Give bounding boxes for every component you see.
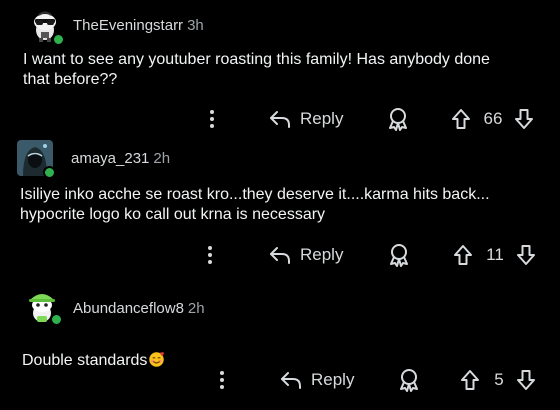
comment-header: amaya_231 2h xyxy=(71,150,170,167)
online-status-dot xyxy=(50,313,63,326)
vote-count: 11 xyxy=(486,245,504,264)
reply-button[interactable]: Reply xyxy=(268,242,352,268)
comment-1: TheEveningstarr 3h I want to see any yout… xyxy=(0,0,560,140)
user-avatar[interactable] xyxy=(24,289,63,326)
upvote-button[interactable] xyxy=(458,367,482,393)
username[interactable]: TheEveningstarr xyxy=(73,17,183,34)
award-button[interactable] xyxy=(396,367,422,393)
user-avatar[interactable] xyxy=(27,8,65,46)
upvote-button[interactable] xyxy=(449,106,473,132)
reply-arrow-icon xyxy=(270,111,290,128)
upvote-arrow-icon xyxy=(461,370,479,390)
reply-button[interactable]: Reply xyxy=(268,106,352,132)
comment-header: Abundanceflow8 2h xyxy=(73,300,205,317)
award-icon xyxy=(389,108,407,131)
more-options-button[interactable] xyxy=(198,242,222,268)
downvote-button[interactable] xyxy=(514,242,538,268)
reply-arrow-icon xyxy=(270,247,290,264)
reply-arrow-icon xyxy=(281,372,301,389)
user-avatar[interactable] xyxy=(17,140,56,179)
timestamp: 2h xyxy=(153,150,171,167)
more-vertical-icon xyxy=(210,110,214,128)
downvote-button[interactable] xyxy=(512,106,536,132)
upvote-button[interactable] xyxy=(451,242,475,268)
upvote-arrow-icon xyxy=(454,245,472,265)
online-status-dot xyxy=(52,33,65,46)
more-vertical-icon xyxy=(208,246,212,264)
comment-body: Double standards xyxy=(22,331,542,371)
comment-3: Abundanceflow82h Double standards Reply xyxy=(0,275,560,410)
more-vertical-icon xyxy=(220,371,224,389)
comment-header: TheEveningstarr 3h xyxy=(73,17,204,34)
downvote-arrow-icon xyxy=(517,245,535,265)
upvote-arrow-icon xyxy=(452,109,470,129)
more-options-button[interactable] xyxy=(210,367,234,393)
reply-label: Reply xyxy=(300,109,344,128)
award-button[interactable] xyxy=(386,242,412,268)
comment-2: amaya_231 2h Isiliye inko acche se roast … xyxy=(0,140,560,275)
reply-label: Reply xyxy=(300,245,344,264)
reply-label: Reply xyxy=(311,370,355,389)
award-icon xyxy=(400,369,418,392)
timestamp: 3h xyxy=(187,17,204,34)
username[interactable]: Abundanceflow8 xyxy=(73,300,184,317)
more-options-button[interactable] xyxy=(200,106,224,132)
username[interactable]: amaya_231 xyxy=(71,150,149,167)
vote-count: 66 xyxy=(483,109,503,128)
downvote-arrow-icon xyxy=(517,370,535,390)
comment-body: I want to see any youtuber roasting this… xyxy=(23,51,490,88)
downvote-arrow-icon xyxy=(515,109,533,129)
timestamp: 2h xyxy=(187,300,205,317)
vote-count: 5 xyxy=(494,370,504,389)
downvote-button[interactable] xyxy=(514,367,538,393)
comment-text: Double standards xyxy=(22,352,148,369)
smiling-face-with-hearts-emoji-icon xyxy=(149,352,165,367)
comment-body: Isiliye inko acche se roast kro...they d… xyxy=(20,186,490,223)
online-status-dot xyxy=(43,166,56,179)
award-button[interactable] xyxy=(385,106,411,132)
reply-button[interactable]: Reply xyxy=(279,367,363,393)
award-icon xyxy=(390,244,408,267)
